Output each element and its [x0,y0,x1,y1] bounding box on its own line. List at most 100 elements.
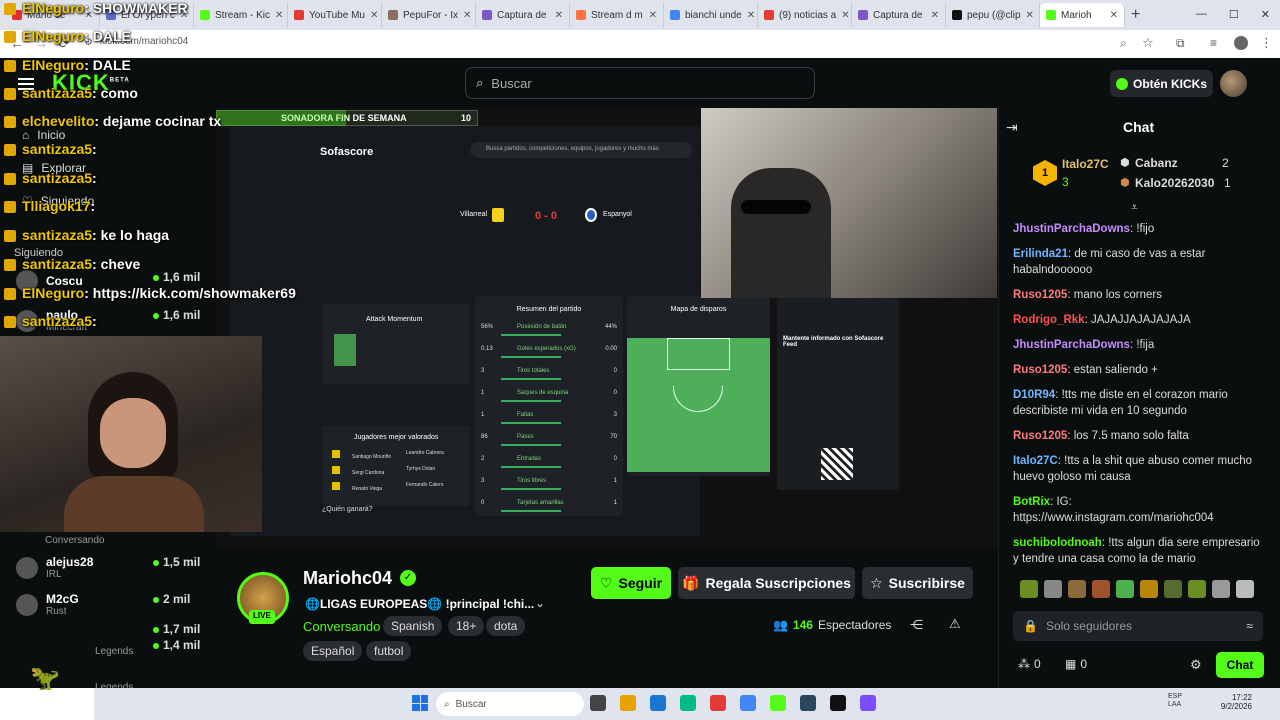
browser-tab[interactable]: Marioh ✕ [1040,3,1125,27]
player-row: Santiago Mouriño Leandro Cabrera [332,450,462,462]
subscribe-button[interactable]: ☆ Suscribirse [862,567,973,599]
emote-icon[interactable] [1188,580,1206,598]
tag-pill[interactable]: dota [486,616,526,636]
get-kicks-button[interactable]: Obtén KICKs [1110,70,1213,97]
chat-username[interactable]: suchibolodnoah [1013,537,1102,549]
taskbar-app-icon[interactable] [740,695,756,711]
tag-pill[interactable]: 18+ [448,616,485,636]
tag-pill[interactable]: Español [303,641,363,661]
maximize-icon[interactable]: ☐ [1229,8,1239,21]
gift-counter[interactable]: ▦ 0 [1065,657,1087,671]
close-tab-icon[interactable]: ✕ [275,10,283,21]
chat-username[interactable]: Ruso1205 [1013,430,1067,442]
close-tab-icon[interactable]: ✕ [931,10,939,21]
emote-icon[interactable] [1092,580,1110,598]
emote-icon[interactable] [1164,580,1182,598]
chat-username[interactable]: JhustinParchaDowns [1013,223,1130,235]
emote-icon[interactable] [1140,580,1158,598]
close-tab-icon[interactable]: ✕ [370,10,378,21]
taskbar-app-icon[interactable] [770,695,786,711]
keyboard-language[interactable]: ESP LAA [1168,693,1188,709]
minimize-icon[interactable]: — [1196,8,1207,21]
browser-tab[interactable]: Stream d m ✕ [570,3,664,27]
sidebar-channel[interactable]: M2cG Rust [16,592,79,617]
chat-username[interactable]: Italo27C [1013,455,1058,467]
match-stat-row: 86 Pases 70 [481,434,617,452]
close-window-icon[interactable]: ✕ [1261,8,1270,21]
taskbar-app-icon[interactable] [830,695,846,711]
chat-username[interactable]: JhustinParchaDowns [1013,339,1130,351]
top-players-title: Jugadores mejor valorados [354,434,439,441]
browser-tab[interactable]: Stream - Kic ✕ [194,3,288,27]
kicks-counter[interactable]: ⁂ 0 [1018,657,1041,671]
taskbar-app-icon[interactable] [680,695,696,711]
taskbar-app-icon[interactable] [620,695,636,711]
emote-icon[interactable] [1116,580,1134,598]
stat-bar [501,488,561,490]
chat-username[interactable]: D10R94 [1013,389,1055,401]
verified-icon: ✓ [400,570,416,586]
browser-tab[interactable]: bianchi unde ✕ [664,3,758,27]
channel-name[interactable]: Mariohc04 [303,568,392,589]
emote-icon[interactable] [1236,580,1254,598]
emote-picker-icon[interactable]: ≈ [1246,619,1253,633]
chat-username[interactable]: Ruso1205 [1013,289,1067,301]
taskbar-clock[interactable]: 17:22 9/2/2026 [1218,693,1252,711]
zoom-icon[interactable]: ⌕ [1120,36,1127,51]
windows-start-icon[interactable] [412,695,428,711]
window-controls[interactable]: — ☐ ✕ [1196,8,1270,21]
share-icon[interactable]: ⋲ [910,617,923,633]
chat-input[interactable]: 🔒 Solo seguidores ≈ [1013,611,1263,641]
emote-icon[interactable] [1044,580,1062,598]
taskbar-search[interactable]: ⌕ Buscar [436,692,584,716]
sidebar-item-inicio[interactable]: ⌂ Inicio [22,128,65,142]
browser-tab[interactable]: Captura de ✕ [852,3,946,27]
browser-tab[interactable]: (9) noticias a ✕ [758,3,852,27]
chat-username[interactable]: Ruso1205 [1013,364,1067,376]
tab-search-icon[interactable]: ≡ [1210,36,1217,50]
emote-icon[interactable] [1020,580,1038,598]
sidebar-channel[interactable]: alejus28 IRL [16,555,93,580]
expand-leaderboard-icon[interactable]: ⩡ [1131,200,1138,215]
close-tab-icon[interactable]: ✕ [555,10,563,21]
taskbar-app-icon[interactable] [650,695,666,711]
close-tab-icon[interactable]: ✕ [1110,10,1118,21]
bookmark-icon[interactable]: ☆ [1142,35,1154,51]
taskbar-app-icon[interactable] [590,695,606,711]
new-tab-button[interactable]: + [1131,6,1140,24]
close-tab-icon[interactable]: ✕ [649,10,657,21]
collapse-chat-icon[interactable]: ⇥ [1006,119,1018,136]
gift-subs-button[interactable]: 🎁 Regala Suscripciones [678,567,855,599]
chat-settings-icon[interactable]: ⚙ [1190,657,1202,673]
browser-tab[interactable]: pepu (@clip ✕ [946,3,1040,27]
stream-category[interactable]: Conversando [303,619,380,634]
chat-username[interactable]: Erilinda21 [1013,248,1068,260]
tag-pill[interactable]: Spanish [383,616,443,636]
close-tab-icon[interactable]: ✕ [841,10,849,21]
follow-button[interactable]: ♡ Seguir [591,567,671,599]
taskbar-app-icon[interactable] [860,695,876,711]
browser-menu-icon[interactable]: ⋮ [1260,35,1273,51]
close-tab-icon[interactable]: ✕ [747,10,755,21]
taskbar-app-icon[interactable] [710,695,726,711]
report-icon[interactable]: ⚠ [949,616,961,632]
user-avatar[interactable] [1220,70,1247,97]
browser-tab[interactable]: Captura de ✕ [476,3,570,27]
extensions-icon[interactable]: ⧉ [1176,36,1185,51]
stat-label: Tarjetas amarillas [517,500,564,506]
emote-icon[interactable] [1068,580,1086,598]
taskbar-app-icon[interactable] [800,695,816,711]
profile-icon[interactable] [1234,36,1248,50]
tag-pill[interactable]: futbol [366,641,412,661]
browser-tab[interactable]: YouTube Mu ✕ [288,3,382,27]
chat-username[interactable]: BotRix [1013,496,1050,508]
sidebar-item-label: Inicio [37,128,66,142]
browser-tab[interactable]: PepuFor - Ix ✕ [382,3,476,27]
search-input[interactable]: ⌕ Buscar [465,67,815,99]
chat-send-button[interactable]: Chat [1216,652,1264,678]
close-tab-icon[interactable]: ✕ [463,10,471,21]
title-expand-chevron-icon[interactable]: ⌄ [535,596,545,610]
close-tab-icon[interactable]: ✕ [1026,10,1034,21]
chat-username[interactable]: Rodrigo_Rkk [1013,314,1085,326]
emote-icon[interactable] [1212,580,1230,598]
